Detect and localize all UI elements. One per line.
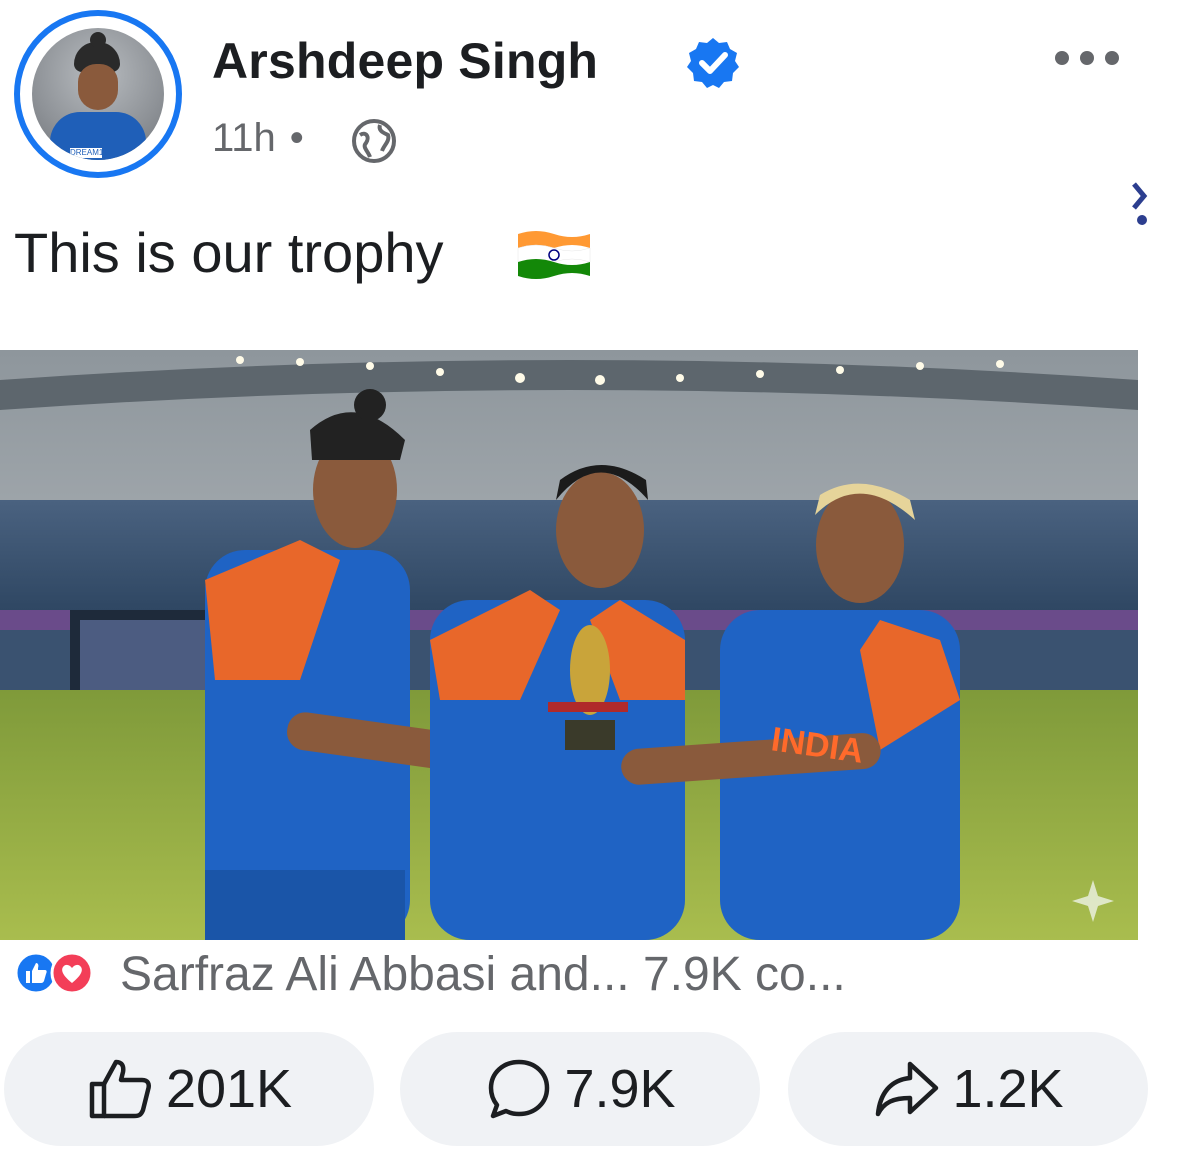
india-flag-emoji [517, 231, 591, 279]
author-avatar[interactable]: DREAM11 [14, 10, 182, 178]
edge-fragment-icon [1132, 182, 1148, 225]
avatar-sponsor-logo: DREAM11 [70, 148, 108, 158]
like-button[interactable]: 201K [4, 1032, 374, 1146]
post-photo[interactable]: INDIA [0, 350, 1138, 940]
comment-icon [489, 1059, 550, 1119]
love-reaction-icon [50, 951, 94, 995]
share-button[interactable]: 1.2K [788, 1032, 1148, 1146]
share-icon [876, 1061, 939, 1117]
post-caption: This is our trophy [14, 221, 444, 284]
globe-icon [352, 119, 396, 163]
author-name[interactable]: Arshdeep Singh [212, 32, 598, 90]
like-count: 201K [165, 1059, 293, 1119]
meta-separator: • [289, 116, 304, 160]
share-count: 1.2K [952, 1059, 1064, 1119]
verified-badge-icon [687, 38, 739, 88]
avatar-photo: DREAM11 [32, 28, 164, 160]
more-options-icon[interactable] [1052, 46, 1122, 70]
post-meta: 11h • [212, 116, 318, 161]
post-time[interactable]: 11h [212, 116, 276, 160]
comment-count: 7.9K [564, 1059, 676, 1119]
comment-button[interactable]: 7.9K [400, 1032, 760, 1146]
thumbs-up-icon [89, 1059, 151, 1119]
reactions-text[interactable]: Sarfraz Ali Abbasi and... 7.9K co... [120, 947, 846, 1002]
